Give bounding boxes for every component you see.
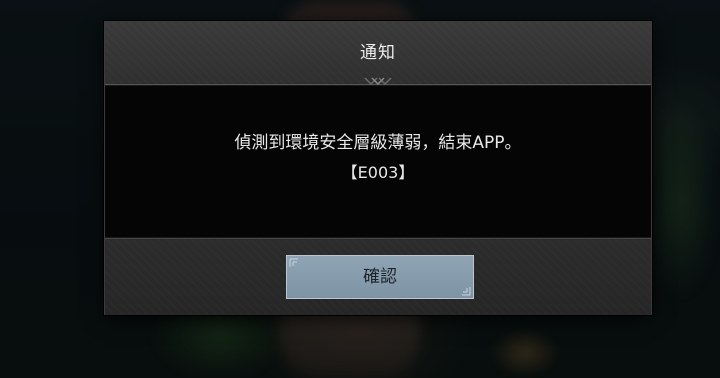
dialog-body: 偵測到環境安全層級薄弱，結束APP。 【E003】: [105, 85, 651, 238]
dialog-message: 偵測到環境安全層級薄弱，結束APP。: [234, 133, 522, 153]
dialog-footer: 確認: [105, 238, 651, 315]
notification-dialog: 通知 偵測到環境安全層級薄弱，結束APP。 【E003】 確認: [104, 21, 652, 315]
confirm-button[interactable]: 確認: [286, 255, 474, 299]
error-code: 【E003】: [341, 163, 415, 182]
corner-flourish-icon: [462, 287, 471, 296]
confirm-button-label: 確認: [363, 267, 397, 287]
game-background: 通知 偵測到環境安全層級薄弱，結束APP。 【E003】 確認: [0, 0, 720, 378]
